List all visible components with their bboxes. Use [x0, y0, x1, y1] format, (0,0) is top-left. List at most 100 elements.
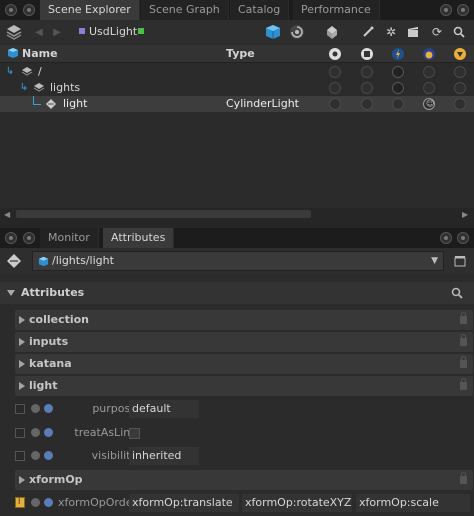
scrollbar-thumb[interactable] [16, 210, 311, 218]
tree-row-light[interactable]: light CylinderLight ☺ [0, 96, 474, 112]
pin-panel-icon[interactable] [452, 254, 468, 268]
column-header-name[interactable]: Name [22, 46, 58, 62]
panel-menu-icon[interactable] [5, 4, 17, 16]
expand-arrow-icon[interactable] [19, 360, 25, 368]
cube-view-icon[interactable] [264, 23, 282, 41]
xformop-value[interactable]: xformOp:translate [129, 494, 239, 512]
stage-name[interactable]: UsdLight [89, 24, 137, 40]
visibility-toggle[interactable] [329, 98, 341, 110]
visibility-toggle[interactable] [329, 82, 341, 94]
tree-row-lights[interactable]: ↳ lights [0, 80, 474, 96]
scroll-left-icon[interactable]: ◀ [4, 210, 10, 219]
attr-group-light[interactable]: light [15, 376, 473, 396]
panel-close-icon[interactable] [457, 4, 469, 16]
attr-group-inputs[interactable]: inputs [15, 332, 473, 352]
override-active-icon[interactable]: I [15, 497, 25, 508]
solo-column-icon[interactable] [421, 46, 437, 62]
light-link-toggle[interactable] [392, 98, 404, 110]
expand-arrow-icon[interactable]: ↳ [4, 66, 16, 78]
prop-row-treatasline: treatAsLine [12, 424, 472, 442]
visibility-value[interactable]: inherited [129, 447, 199, 465]
eye-visibility-icon[interactable] [327, 46, 343, 62]
search-icon[interactable] [452, 24, 466, 40]
treatasline-checkbox[interactable] [129, 428, 140, 439]
clapper-icon[interactable] [406, 24, 420, 40]
swirl-icon[interactable] [288, 23, 306, 41]
mute-toggle[interactable] [454, 98, 466, 110]
tab-scene-explorer[interactable]: Scene Explorer [40, 0, 140, 20]
tab-monitor[interactable]: Monitor [40, 228, 99, 248]
path-dropdown[interactable]: /lights/light ▼ [32, 251, 444, 271]
tab-catalog[interactable]: Catalog [230, 0, 290, 20]
xformop-value[interactable]: xformOp:rotateXYZ [242, 494, 352, 512]
purpose-value[interactable]: default [129, 400, 199, 418]
lock-icon [460, 472, 467, 484]
attr-group-collection[interactable]: collection [15, 310, 473, 330]
group-label: inputs [29, 335, 69, 348]
top-tab-bar: Scene Explorer Scene Graph Catalog Perfo… [0, 0, 474, 20]
light-link-toggle[interactable] [392, 82, 404, 94]
search-icon[interactable] [450, 286, 464, 300]
group-label: katana [29, 357, 72, 370]
panel-close-icon[interactable] [457, 232, 469, 244]
expand-arrow-icon[interactable] [19, 316, 25, 324]
tree-row-name: light [63, 97, 88, 110]
panel-options-icon[interactable] [23, 4, 35, 16]
prop-label: treatAsLine [74, 426, 137, 439]
override-checkbox[interactable] [15, 428, 25, 438]
column-header-type[interactable]: Type [226, 46, 255, 62]
stage-status-indicator [138, 28, 144, 34]
tree-row-root[interactable]: ↳ / [0, 64, 474, 80]
light-link-column-icon[interactable] [390, 46, 406, 62]
prop-row-visibility: visibility inherited [12, 447, 472, 465]
tab-performance[interactable]: Performance [293, 0, 380, 20]
brush-icon[interactable] [361, 24, 375, 40]
expand-arrow-icon[interactable] [19, 382, 25, 390]
expand-arrow-icon[interactable] [19, 476, 25, 484]
chevron-down-icon[interactable]: ▼ [431, 253, 438, 269]
panel-menu-icon[interactable] [5, 232, 17, 244]
mute-column-icon[interactable] [452, 46, 468, 62]
refresh-icon[interactable]: ⟳ [430, 24, 444, 40]
visibility-toggle[interactable] [329, 66, 341, 78]
scene-explorer-toolbar: ◀ ▶ UsdLight ✲ ⟳ [0, 20, 474, 44]
tree-row-name: lights [50, 81, 81, 94]
render-toggle[interactable] [361, 66, 373, 78]
panel-options-icon[interactable] [23, 232, 35, 244]
scroll-right-icon[interactable]: ▶ [462, 210, 468, 219]
expand-arrow-icon[interactable] [19, 338, 25, 346]
mute-toggle[interactable] [454, 66, 466, 78]
mute-toggle[interactable] [454, 82, 466, 94]
panel-float-icon[interactable] [440, 4, 452, 16]
solo-toggle[interactable] [423, 66, 435, 78]
override-checkbox[interactable] [15, 404, 25, 414]
xformop-value[interactable]: xformOp:scale [356, 494, 470, 512]
tree-row-type: CylinderLight [226, 97, 299, 110]
forward-arrow-icon[interactable]: ▶ [52, 26, 62, 38]
gear-icon[interactable]: ✲ [384, 24, 398, 40]
attr-group-xformop[interactable]: xformOp [15, 470, 473, 490]
expand-arrow-icon[interactable]: ↳ [18, 82, 30, 94]
layers-icon[interactable] [4, 22, 24, 42]
panel-splitter[interactable] [0, 220, 474, 228]
tab-scene-graph[interactable]: Scene Graph [141, 0, 229, 20]
horizontal-scrollbar[interactable]: ◀ ▶ [0, 208, 474, 220]
solo-toggle[interactable] [423, 82, 435, 94]
attributes-section-header[interactable]: Attributes [0, 282, 474, 304]
render-column-icon[interactable] [359, 46, 375, 62]
override-checkbox[interactable] [15, 451, 25, 461]
bucket-icon[interactable] [323, 23, 341, 41]
link-indicator-icon [44, 428, 53, 437]
attr-group-katana[interactable]: katana [15, 354, 473, 374]
solo-toggle[interactable]: ☺ [423, 98, 435, 110]
panel-float-icon[interactable] [440, 232, 452, 244]
light-link-toggle[interactable] [392, 66, 404, 78]
cube-path-icon [37, 255, 49, 267]
render-toggle[interactable] [361, 98, 373, 110]
render-toggle[interactable] [361, 82, 373, 94]
collapse-arrow-icon[interactable] [7, 290, 15, 296]
tab-attributes[interactable]: Attributes [103, 228, 175, 248]
lock-icon [460, 356, 467, 368]
state-indicator-icon [31, 404, 40, 413]
back-arrow-icon[interactable]: ◀ [34, 26, 44, 38]
